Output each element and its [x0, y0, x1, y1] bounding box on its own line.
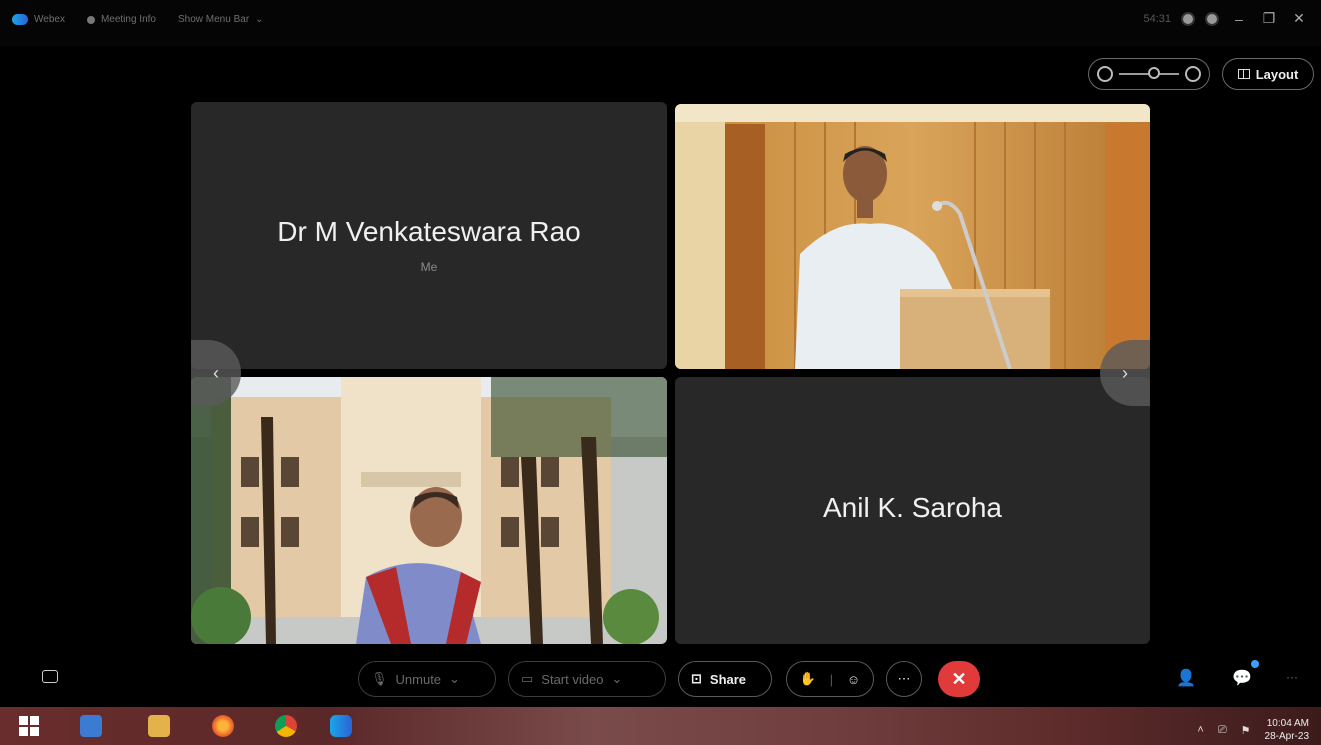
chevron-down-icon[interactable]: ⌄	[449, 671, 460, 687]
clock[interactable]: 10:04 AM 28-Apr-23	[1265, 717, 1309, 743]
zoom-track[interactable]	[1119, 67, 1179, 79]
more-panels-icon[interactable]: ···	[1286, 670, 1298, 684]
flag-icon[interactable]: ⚑	[1241, 724, 1251, 737]
title-bar-right: 54:31 – ❐ ✕	[1143, 10, 1309, 27]
share-button[interactable]: ⊡ Share	[678, 661, 772, 697]
zoom-slider[interactable]	[1088, 58, 1210, 90]
zoom-out-icon[interactable]	[1097, 66, 1113, 82]
record-status-icon[interactable]	[1181, 11, 1195, 26]
restore-button[interactable]: ❐	[1259, 10, 1279, 27]
microphone-muted-icon: 🎙	[371, 671, 388, 686]
connection-status-icon[interactable]	[1205, 11, 1219, 26]
webex-taskbar-icon[interactable]	[330, 715, 352, 737]
start-video-label: Start video	[541, 671, 604, 687]
unmute-button[interactable]: 🎙 Unmute ⌄	[358, 661, 496, 697]
chevron-right-icon: ›	[1122, 362, 1128, 383]
meeting-timer: 54:31	[1143, 12, 1171, 25]
grid-layout-icon	[1237, 69, 1250, 79]
chevron-down-icon[interactable]: ⌄	[611, 671, 622, 687]
participant-video-tile[interactable]	[675, 104, 1150, 369]
more-options-button[interactable]: ⋯	[886, 661, 922, 697]
video-feed-speaker	[675, 104, 1150, 369]
close-window-button[interactable]: ✕	[1289, 10, 1309, 27]
participant-name: Dr M Venkateswara Rao	[277, 216, 581, 247]
title-bar: Webex Meeting Info Show Menu Bar ⌄ 54:31…	[0, 0, 1321, 46]
start-video-button[interactable]: ▭ Start video ⌄	[508, 661, 666, 697]
raise-hand-icon[interactable]: ✋	[800, 671, 816, 687]
participant-tile-anil[interactable]: Anil K. Saroha	[675, 377, 1150, 644]
participant-video-tile-2[interactable]	[191, 377, 667, 644]
zoom-in-icon[interactable]	[1185, 66, 1201, 82]
webex-app-item[interactable]: Webex	[12, 14, 65, 25]
divider: |	[829, 671, 834, 687]
captions-icon[interactable]	[42, 670, 58, 683]
tray-arrow-icon[interactable]: ˄	[1197, 724, 1203, 736]
info-icon	[86, 15, 95, 24]
word-app-icon[interactable]	[80, 715, 102, 737]
minimize-button[interactable]: –	[1229, 11, 1249, 27]
system-tray: ˄ ⎚ ⚑ 10:04 AM 28-Apr-23	[1197, 717, 1309, 743]
webex-logo-icon	[12, 14, 28, 25]
participant-name: Anil K. Saroha	[823, 492, 1002, 523]
layout-button[interactable]: Layout	[1222, 58, 1314, 90]
time: 10:04 AM	[1266, 718, 1309, 729]
file-explorer-icon[interactable]	[148, 715, 170, 737]
firefox-icon[interactable]	[212, 715, 234, 737]
chat-icon[interactable]: 💬	[1232, 668, 1252, 688]
video-off-icon: ▭	[521, 671, 534, 686]
participant-tile-self[interactable]: Dr M Venkateswara Rao Me	[191, 102, 667, 369]
show-menu-bar-label: Show Menu Bar	[178, 14, 250, 25]
chevron-down-icon: ⌄	[255, 14, 264, 25]
zoom-knob[interactable]	[1147, 67, 1160, 79]
date: 28-Apr-23	[1264, 731, 1309, 742]
chrome-icon[interactable]	[275, 715, 297, 737]
meeting-info-label: Meeting Info	[100, 14, 156, 25]
network-icon[interactable]: ⎚	[1218, 724, 1227, 737]
layout-label: Layout	[1255, 66, 1299, 82]
leave-meeting-button[interactable]: ✕	[938, 661, 980, 697]
title-bar-left: Webex Meeting Info Show Menu Bar ⌄	[12, 14, 264, 25]
emoji-icon[interactable]: ☺	[847, 672, 860, 687]
close-icon: ✕	[951, 668, 967, 689]
show-menu-bar-button[interactable]: Show Menu Bar ⌄	[178, 14, 264, 25]
video-feed-outdoor	[191, 377, 667, 644]
share-label: Share	[709, 671, 747, 687]
me-label: Me	[420, 260, 438, 274]
windows-taskbar: ˄ ⎚ ⚑ 10:04 AM 28-Apr-23	[0, 707, 1321, 745]
meeting-info-button[interactable]: Meeting Info	[86, 14, 156, 25]
app-name: Webex	[34, 14, 65, 25]
notification-badge	[1251, 660, 1259, 668]
windows-start-icon[interactable]	[18, 715, 40, 737]
participants-icon[interactable]: 👤	[1176, 668, 1196, 688]
reactions-group: ✋ | ☺	[786, 661, 874, 697]
chevron-left-icon: ‹	[213, 362, 219, 383]
unmute-label: Unmute	[395, 671, 442, 687]
more-icon: ⋯	[897, 671, 911, 686]
share-icon: ⊡	[691, 671, 702, 686]
